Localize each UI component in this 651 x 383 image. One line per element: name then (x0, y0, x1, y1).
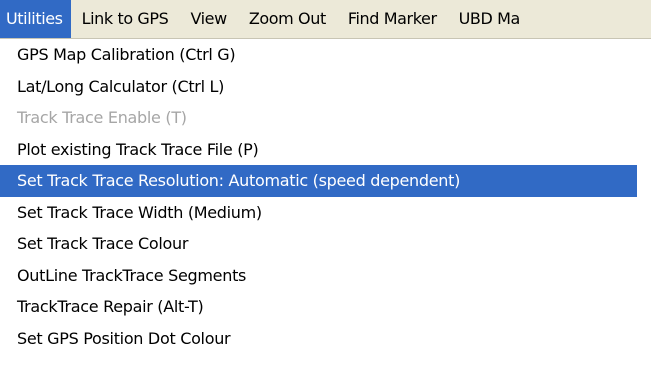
menu-item-track-trace-enable: Track Trace Enable (T) (17, 108, 187, 127)
utilities-dropdown-menu: GPS Map Calibration (Ctrl G) Lat/Long Ca… (0, 39, 651, 383)
menu-item-set-track-trace-resolution[interactable]: Set Track Trace Resolution: Automatic (s… (0, 165, 637, 197)
menu-item-tracktrace-repair[interactable]: TrackTrace Repair (Alt-T) (0, 291, 651, 323)
menu-item-gps-map-calibration[interactable]: GPS Map Calibration (Ctrl G) (0, 39, 651, 71)
menu-utilities[interactable]: Utilities (0, 0, 71, 38)
menu-find-marker[interactable]: Find Marker (337, 0, 448, 38)
menu-zoom-out[interactable]: Zoom Out (238, 0, 337, 38)
menu-bar: Utilities Link to GPS View Zoom Out Find… (0, 0, 651, 39)
menu-link-to-gps[interactable]: Link to GPS (71, 0, 180, 38)
menu-view[interactable]: View (179, 0, 237, 38)
menu-item-outline-tracktrace-segments[interactable]: OutLine TrackTrace Segments (0, 260, 651, 292)
menu-item-plot-track-trace-file[interactable]: Plot existing Track Trace File (P) (0, 134, 651, 166)
menu-item-set-track-trace-colour[interactable]: Set Track Trace Colour (0, 228, 651, 260)
menu-item-set-track-trace-width[interactable]: Set Track Trace Width (Medium) (0, 197, 651, 229)
application-window: Utilities Link to GPS View Zoom Out Find… (0, 0, 651, 383)
menu-ubd-ma[interactable]: UBD Ma (448, 0, 531, 38)
menu-item-lat-long-calculator[interactable]: Lat/Long Calculator (Ctrl L) (0, 71, 651, 103)
menu-item-set-gps-position-dot-colour[interactable]: Set GPS Position Dot Colour (0, 323, 651, 355)
